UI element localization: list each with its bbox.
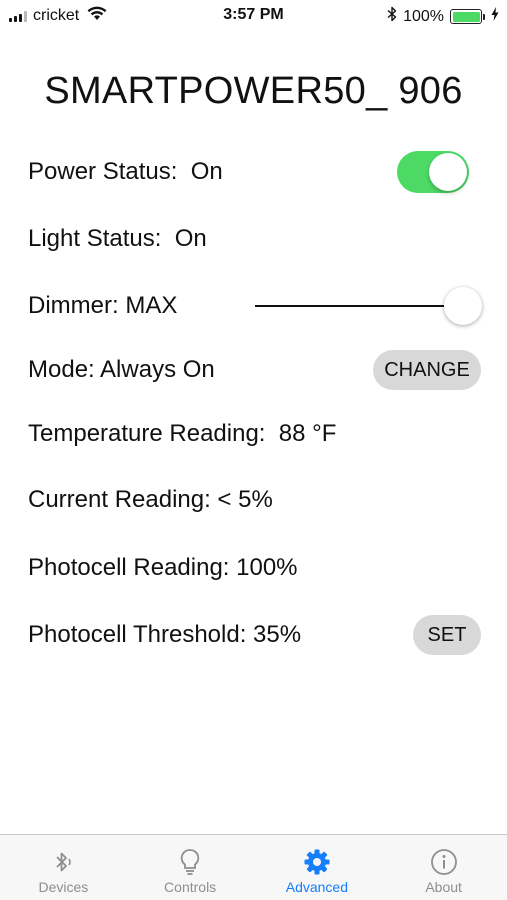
info-icon	[429, 847, 459, 877]
power-status-label: Power Status: On	[28, 158, 223, 185]
current-label: Current Reading: < 5%	[28, 486, 273, 513]
mode-label: Mode: Always On	[28, 356, 215, 383]
lightbulb-icon	[176, 847, 204, 877]
tab-advanced[interactable]: Advanced	[254, 835, 381, 900]
mode-row: Mode: Always On CHANGE	[28, 349, 481, 391]
status-right: 100%	[387, 6, 499, 27]
photocell-label: Photocell Reading: 100%	[28, 554, 298, 581]
slider-track	[255, 305, 464, 307]
slider-thumb[interactable]	[444, 287, 482, 325]
power-toggle[interactable]	[397, 151, 469, 193]
toggle-knob	[429, 153, 467, 191]
device-title: SMARTPOWER50_ 906	[44, 70, 463, 112]
power-status-row: Power Status: On	[28, 150, 481, 194]
tab-controls-label: Controls	[164, 879, 217, 895]
photocell-row: Photocell Reading: 100%	[28, 551, 481, 585]
photocell-threshold-row: Photocell Threshold: 35% SET	[28, 614, 481, 656]
photocell-threshold-label: Photocell Threshold: 35%	[28, 621, 302, 648]
tab-controls[interactable]: Controls	[127, 835, 254, 900]
temperature-label: Temperature Reading: 88 °F	[28, 420, 337, 447]
gear-icon	[302, 847, 332, 877]
battery-icon	[450, 9, 485, 24]
tab-advanced-label: Advanced	[285, 879, 349, 895]
tab-devices[interactable]: Devices	[0, 835, 127, 900]
change-mode-button[interactable]: CHANGE	[373, 350, 481, 390]
bluetooth-status-icon	[387, 6, 397, 27]
status-bar: cricket 3:57 PM 100%	[0, 0, 507, 30]
tab-about[interactable]: About	[380, 835, 507, 900]
dimmer-slider[interactable]	[255, 286, 482, 326]
bluetooth-icon	[49, 847, 77, 877]
current-row: Current Reading: < 5%	[28, 483, 481, 517]
tab-devices-label: Devices	[38, 879, 89, 895]
charging-icon	[491, 7, 499, 26]
dimmer-label: Dimmer: MAX	[28, 292, 178, 319]
battery-percent: 100%	[403, 7, 444, 25]
temperature-row: Temperature Reading: 88 °F	[28, 417, 481, 451]
light-status-label: Light Status: On	[28, 225, 207, 252]
set-threshold-button[interactable]: SET	[413, 615, 481, 655]
tab-about-label: About	[425, 879, 462, 895]
light-status-row: Light Status: On	[28, 222, 481, 256]
tab-bar: Devices Controls Advanced About	[0, 834, 507, 900]
